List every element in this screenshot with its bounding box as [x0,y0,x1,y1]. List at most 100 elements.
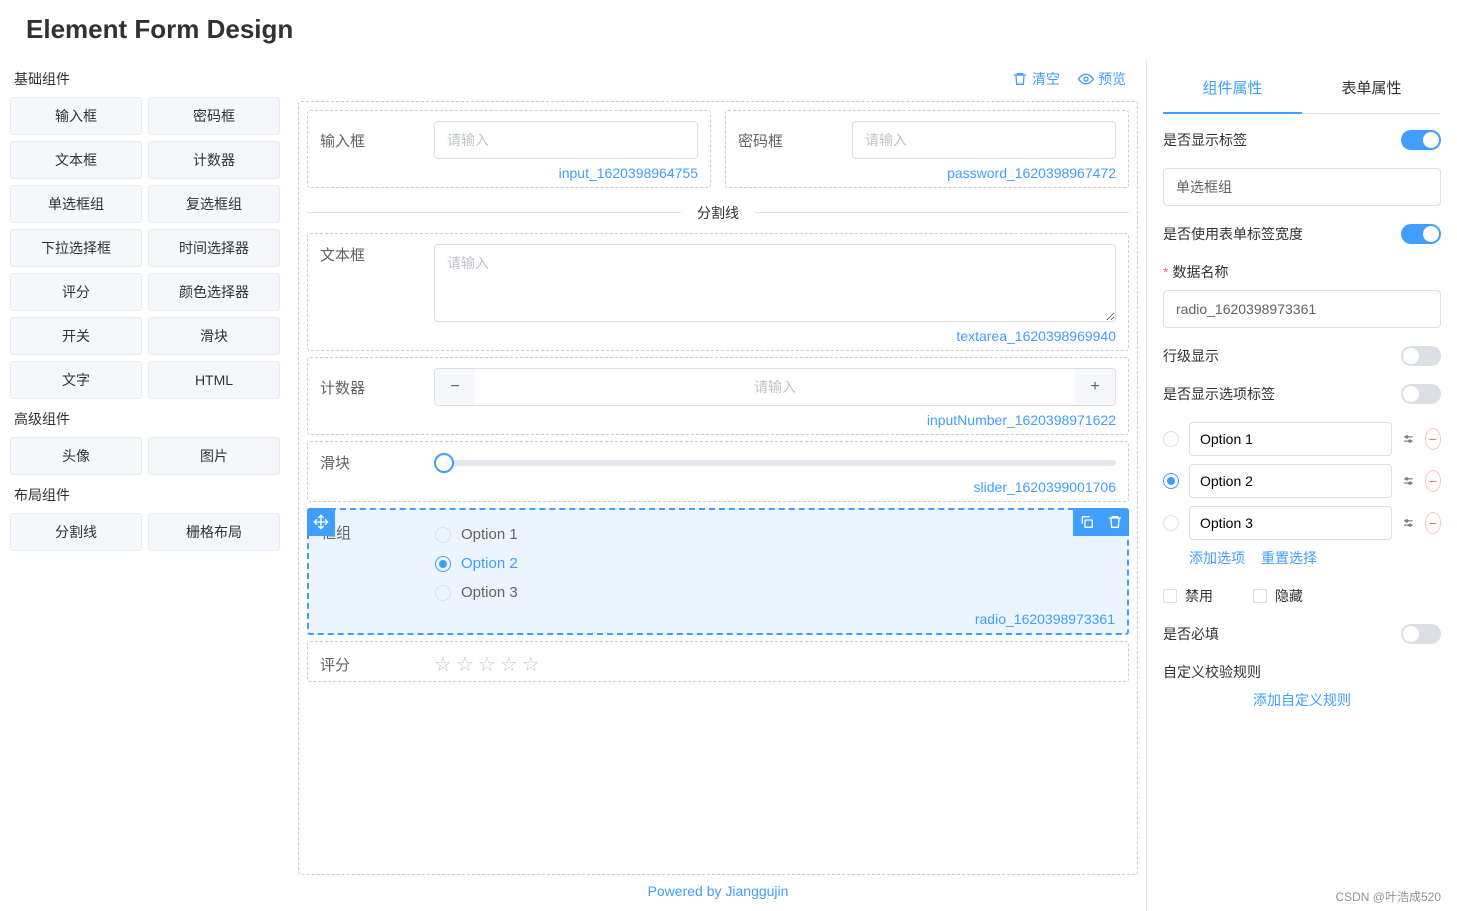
properties-panel: 组件属性 表单属性 是否显示标签 是否使用表单标签宽度 *数据名称 行级显示 [1147,59,1457,911]
field-label: 文本框 [320,244,420,265]
rate-stars[interactable]: ☆☆☆☆☆ [434,652,544,677]
preview-button[interactable]: 预览 [1078,69,1126,89]
field-radio-selected[interactable]: 框组 Option 1 Option 2 Option 3 radio_1620… [307,508,1129,635]
add-custom-rule-link[interactable]: 添加自定义规则 [1163,690,1441,710]
page-title: Element Form Design [0,0,1457,59]
clear-button[interactable]: 清空 [1012,69,1060,89]
field-password[interactable]: 密码框 password_1620398967472 [725,110,1129,188]
switch-show-label[interactable] [1401,130,1441,150]
option-row: − [1163,422,1441,456]
field-input[interactable]: 输入框 input_1620398964755 [307,110,711,188]
comp-radio[interactable]: 单选框组 [10,185,142,223]
number-input[interactable] [475,369,1075,405]
field-id: textarea_1620398969940 [320,322,1116,346]
option-label-input[interactable] [1189,422,1392,456]
component-panel: 基础组件 输入框 密码框 文本框 计数器 单选框组 复选框组 下拉选择框 时间选… [0,59,290,911]
tab-component-props[interactable]: 组件属性 [1163,67,1302,114]
data-name-input[interactable] [1163,290,1441,328]
field-label: 框组 [321,522,421,543]
settings-icon[interactable] [1402,472,1415,490]
option-default-radio[interactable] [1163,431,1179,447]
delete-button[interactable] [1101,508,1129,536]
chk-label: 隐藏 [1275,586,1303,606]
field-divider[interactable]: 分割线 [307,212,1129,213]
drag-handle[interactable] [307,508,335,536]
comp-input[interactable]: 输入框 [10,97,142,135]
comp-image[interactable]: 图片 [148,437,280,475]
tab-form-props[interactable]: 表单属性 [1302,67,1441,113]
group-title-advanced: 高级组件 [10,401,280,437]
number-decrease-button[interactable]: − [435,369,475,405]
switch-form-label-width[interactable] [1401,224,1441,244]
star-icon[interactable]: ☆ [456,654,474,676]
star-icon[interactable]: ☆ [434,654,452,676]
clear-label: 清空 [1032,69,1060,89]
divider-text: 分割线 [681,203,755,223]
checkbox-hidden[interactable]: 隐藏 [1253,586,1303,606]
group-title-basic: 基础组件 [10,61,280,97]
reset-select-link[interactable]: 重置选择 [1261,548,1317,568]
field-slider[interactable]: 滑块 slider_1620399001706 [307,441,1129,502]
option-default-radio[interactable] [1163,515,1179,531]
switch-inline[interactable] [1401,346,1441,366]
field-id: inputNumber_1620398971622 [320,406,1116,430]
option-remove-button[interactable]: − [1425,470,1441,492]
switch-option-label[interactable] [1401,384,1441,404]
field-number[interactable]: 计数器 − + inputNumber_1620398971622 [307,357,1129,435]
option-default-radio[interactable] [1163,473,1179,489]
prop-data-name: *数据名称 [1163,262,1441,282]
star-icon[interactable]: ☆ [478,654,496,676]
copy-button[interactable] [1073,508,1101,536]
settings-icon[interactable] [1402,430,1415,448]
comp-switch[interactable]: 开关 [10,317,142,355]
comp-checkbox[interactable]: 复选框组 [148,185,280,223]
star-icon[interactable]: ☆ [522,654,540,676]
comp-divider[interactable]: 分割线 [10,513,142,551]
prop-show-label: 是否显示标签 [1163,130,1247,150]
textarea-field[interactable] [434,244,1116,322]
switch-required[interactable] [1401,624,1441,644]
option-label-input[interactable] [1189,506,1392,540]
trash-icon [1107,514,1123,530]
settings-icon[interactable] [1402,514,1415,532]
number-increase-button[interactable]: + [1075,369,1115,405]
field-textarea[interactable]: 文本框 textarea_1620398969940 [307,233,1129,351]
option-row: − [1163,506,1441,540]
comp-timepicker[interactable]: 时间选择器 [148,229,280,267]
label-text-input[interactable] [1163,168,1441,206]
option-label-input[interactable] [1189,464,1392,498]
add-option-link[interactable]: 添加选项 [1189,548,1245,568]
copy-icon [1079,514,1095,530]
star-icon[interactable]: ☆ [500,654,518,676]
comp-number[interactable]: 计数器 [148,141,280,179]
field-label: 密码框 [738,130,838,151]
field-rate[interactable]: 评分 ☆☆☆☆☆ [307,641,1129,682]
input-field[interactable] [434,121,698,159]
radio-option[interactable]: Option 3 [435,584,1115,601]
comp-textarea[interactable]: 文本框 [10,141,142,179]
comp-password[interactable]: 密码框 [148,97,280,135]
radio-option[interactable]: Option 1 [435,526,1115,543]
comp-select[interactable]: 下拉选择框 [10,229,142,267]
option-row: − [1163,464,1441,498]
footer-credit: Powered by Jianggujin [298,875,1138,903]
group-title-layout: 布局组件 [10,477,280,513]
field-label: 滑块 [320,452,420,473]
checkbox-disabled[interactable]: 禁用 [1163,586,1213,606]
slider-track[interactable] [434,454,1116,472]
comp-text[interactable]: 文字 [10,361,142,399]
option-remove-button[interactable]: − [1425,512,1441,534]
password-field[interactable] [852,121,1116,159]
comp-avatar[interactable]: 头像 [10,437,142,475]
radio-option-label: Option 1 [461,526,518,543]
comp-colorpicker[interactable]: 颜色选择器 [148,273,280,311]
comp-rate[interactable]: 评分 [10,273,142,311]
radio-option[interactable]: Option 2 [435,555,1115,572]
option-remove-button[interactable]: − [1425,428,1441,450]
comp-grid[interactable]: 栅格布局 [148,513,280,551]
radio-option-label: Option 3 [461,584,518,601]
slider-thumb[interactable] [434,453,454,473]
comp-html[interactable]: HTML [148,361,280,399]
comp-slider[interactable]: 滑块 [148,317,280,355]
prop-required: 是否必填 [1163,624,1219,644]
